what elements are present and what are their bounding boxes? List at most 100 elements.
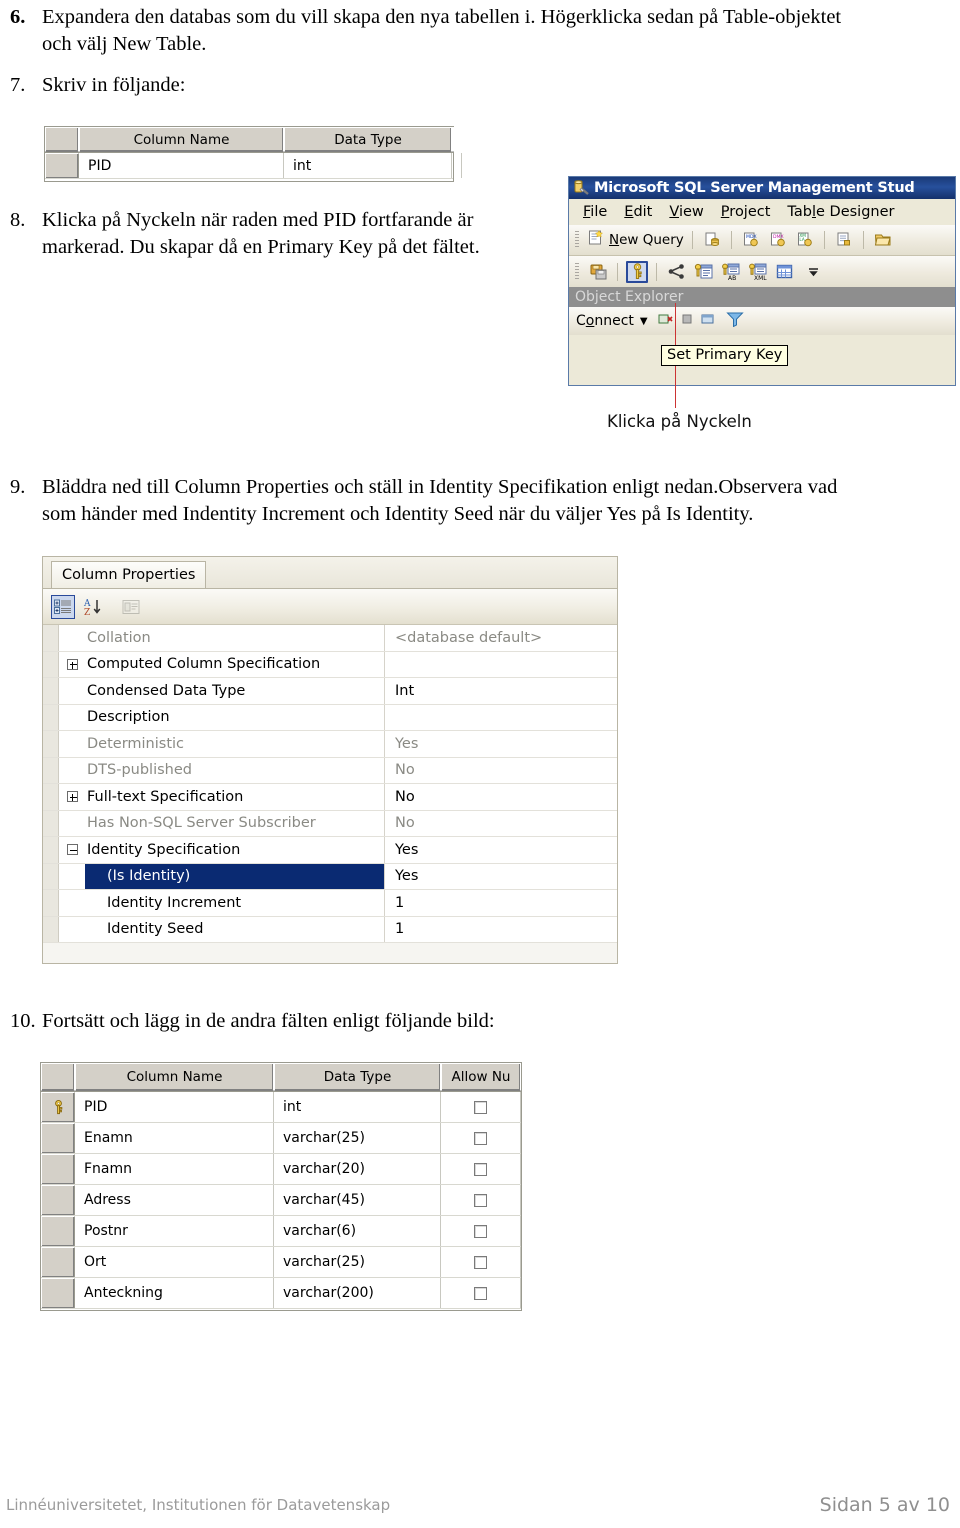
- property-row[interactable]: Collation <database default>: [43, 625, 617, 652]
- table-designer-grid-full[interactable]: Column Name Data Type Allow Nu PID int Ena…: [40, 1062, 522, 1311]
- table-row[interactable]: Fnamn varchar(20): [41, 1154, 521, 1185]
- header-column-name-full[interactable]: Column Name: [75, 1063, 274, 1091]
- row-selector[interactable]: [41, 1247, 75, 1277]
- header-gutter-full[interactable]: [41, 1063, 75, 1091]
- cell-allow-nulls[interactable]: [441, 1123, 521, 1153]
- menu-item-file[interactable]: File: [583, 204, 607, 220]
- property-value[interactable]: No: [385, 811, 617, 837]
- new-analysis-query-icon[interactable]: [833, 229, 855, 251]
- manage-check-constraints-icon[interactable]: AB: [719, 261, 741, 283]
- tab-column-properties[interactable]: Column Properties: [51, 561, 207, 588]
- allow-nulls-checkbox[interactable]: [474, 1286, 487, 1300]
- property-value[interactable]: No: [385, 758, 617, 784]
- property-value[interactable]: Yes: [385, 731, 617, 757]
- relationships-icon[interactable]: [665, 261, 687, 283]
- header-spill-small[interactable]: [452, 127, 454, 152]
- table-row[interactable]: PID int: [41, 1092, 521, 1123]
- table-row[interactable]: Anteckning varchar(200): [41, 1278, 521, 1309]
- property-pages-icon[interactable]: [119, 595, 143, 619]
- menu-item-edit[interactable]: Edit: [624, 204, 652, 220]
- new-dmx-query-icon[interactable]: DMX: [767, 229, 789, 251]
- cell-column-name[interactable]: Enamn: [75, 1123, 274, 1153]
- expand-plus-icon[interactable]: [59, 784, 85, 810]
- allow-nulls-checkbox[interactable]: [474, 1162, 487, 1176]
- save-icon[interactable]: [587, 261, 609, 283]
- refresh-icon[interactable]: [700, 311, 716, 331]
- row-selector[interactable]: [41, 1216, 75, 1246]
- disconnect-icon[interactable]: [658, 311, 674, 331]
- row-selector-small[interactable]: [45, 153, 79, 178]
- header-data-type-small[interactable]: Data Type: [284, 127, 452, 152]
- cell-column-name-small[interactable]: PID: [79, 153, 284, 178]
- allow-nulls-checkbox[interactable]: [474, 1131, 487, 1145]
- property-row[interactable]: Identity Specification Yes: [43, 837, 617, 864]
- column-properties-rows[interactable]: Collation <database default> Computed Colu…: [43, 625, 617, 943]
- toolbar-grip-icon[interactable]: [575, 231, 579, 249]
- collapse-minus-icon[interactable]: [59, 837, 85, 863]
- property-row[interactable]: Identity Increment 1: [43, 890, 617, 917]
- property-value[interactable]: <database default>: [385, 625, 617, 651]
- cell-column-name[interactable]: PID: [75, 1092, 274, 1122]
- column-properties-toolbar[interactable]: A Z: [43, 589, 617, 625]
- property-value[interactable]: Int: [385, 678, 617, 704]
- property-row[interactable]: Description: [43, 704, 617, 731]
- cell-data-type[interactable]: varchar(45): [274, 1185, 441, 1215]
- cell-column-name[interactable]: Postnr: [75, 1216, 274, 1246]
- property-row[interactable]: DTS-published No: [43, 757, 617, 784]
- new-mdx-query-icon[interactable]: MDX: [740, 229, 762, 251]
- cell-data-type[interactable]: int: [274, 1092, 441, 1122]
- property-value[interactable]: 1: [385, 917, 617, 943]
- cell-allow-nulls[interactable]: [441, 1154, 521, 1184]
- new-database-query-icon[interactable]: [701, 229, 723, 251]
- row-selector[interactable]: [41, 1154, 75, 1184]
- table-row[interactable]: Adress varchar(45): [41, 1185, 521, 1216]
- row-selector[interactable]: [41, 1278, 75, 1308]
- property-value[interactable]: No: [385, 784, 617, 810]
- property-row[interactable]: Computed Column Specification: [43, 651, 617, 678]
- open-file-icon[interactable]: [872, 229, 894, 251]
- cell-data-type-small[interactable]: int: [284, 153, 452, 178]
- cell-allow-nulls[interactable]: [441, 1092, 521, 1122]
- table-body-full[interactable]: PID int Enamn varchar(25) Fnamn varchar(20) Ad…: [41, 1092, 521, 1309]
- row-selector[interactable]: [41, 1185, 75, 1215]
- row-selector[interactable]: [41, 1123, 75, 1153]
- cell-allow-nulls[interactable]: [441, 1216, 521, 1246]
- header-data-type-full[interactable]: Data Type: [274, 1063, 441, 1091]
- connect-button[interactable]: Connect: [576, 313, 634, 329]
- object-explorer-toolbar[interactable]: Connect ▼: [569, 307, 955, 335]
- cell-data-type[interactable]: varchar(25): [274, 1247, 441, 1277]
- ssms-toolbar-table-designer[interactable]: AB XML: [569, 256, 955, 287]
- property-value[interactable]: Yes: [385, 864, 617, 890]
- cell-allow-nulls[interactable]: [441, 1185, 521, 1215]
- filter-icon[interactable]: [725, 311, 744, 331]
- table-designer-grid-small[interactable]: Column Name Data Type PID int: [44, 126, 462, 182]
- property-row[interactable]: Condensed Data Type Int: [43, 678, 617, 705]
- manage-indexes-icon[interactable]: [692, 261, 714, 283]
- cell-column-name[interactable]: Ort: [75, 1247, 274, 1277]
- allow-nulls-checkbox[interactable]: [474, 1193, 487, 1207]
- set-primary-key-icon[interactable]: [626, 260, 648, 283]
- ssms-toolbar-standard[interactable]: New Query MDX DMX XM LA: [569, 225, 955, 256]
- cell-column-name[interactable]: Anteckning: [75, 1278, 274, 1308]
- allow-nulls-checkbox[interactable]: [474, 1224, 487, 1238]
- column-properties-panel[interactable]: Column Properties A Z Collation <databas…: [42, 556, 618, 964]
- connect-dropdown-icon[interactable]: ▼: [640, 316, 648, 327]
- alphabetical-sort-icon[interactable]: A Z: [81, 595, 105, 619]
- property-row[interactable]: Deterministic Yes: [43, 731, 617, 758]
- header-gutter-small[interactable]: [45, 127, 79, 152]
- categorized-view-icon[interactable]: [51, 594, 75, 619]
- toolbar-overflow-icon[interactable]: [802, 261, 824, 283]
- expand-plus-icon[interactable]: [59, 651, 85, 677]
- menu-item-table-designer[interactable]: Table Designer: [787, 204, 894, 220]
- cell-data-type[interactable]: varchar(6): [274, 1216, 441, 1246]
- cell-data-type[interactable]: varchar(200): [274, 1278, 441, 1308]
- primary-key-icon[interactable]: [41, 1092, 75, 1122]
- property-value[interactable]: [385, 705, 617, 731]
- property-row[interactable]: Full-text Specification No: [43, 784, 617, 811]
- manage-xml-indexes-icon[interactable]: XML: [746, 261, 768, 283]
- column-properties-tabbar[interactable]: Column Properties: [43, 557, 617, 589]
- cell-allow-nulls[interactable]: [441, 1278, 521, 1308]
- header-column-name-small[interactable]: Column Name: [79, 127, 284, 152]
- ssms-menu-bar[interactable]: File Edit View Project Table Designer: [569, 199, 955, 225]
- property-value[interactable]: Yes: [385, 837, 617, 863]
